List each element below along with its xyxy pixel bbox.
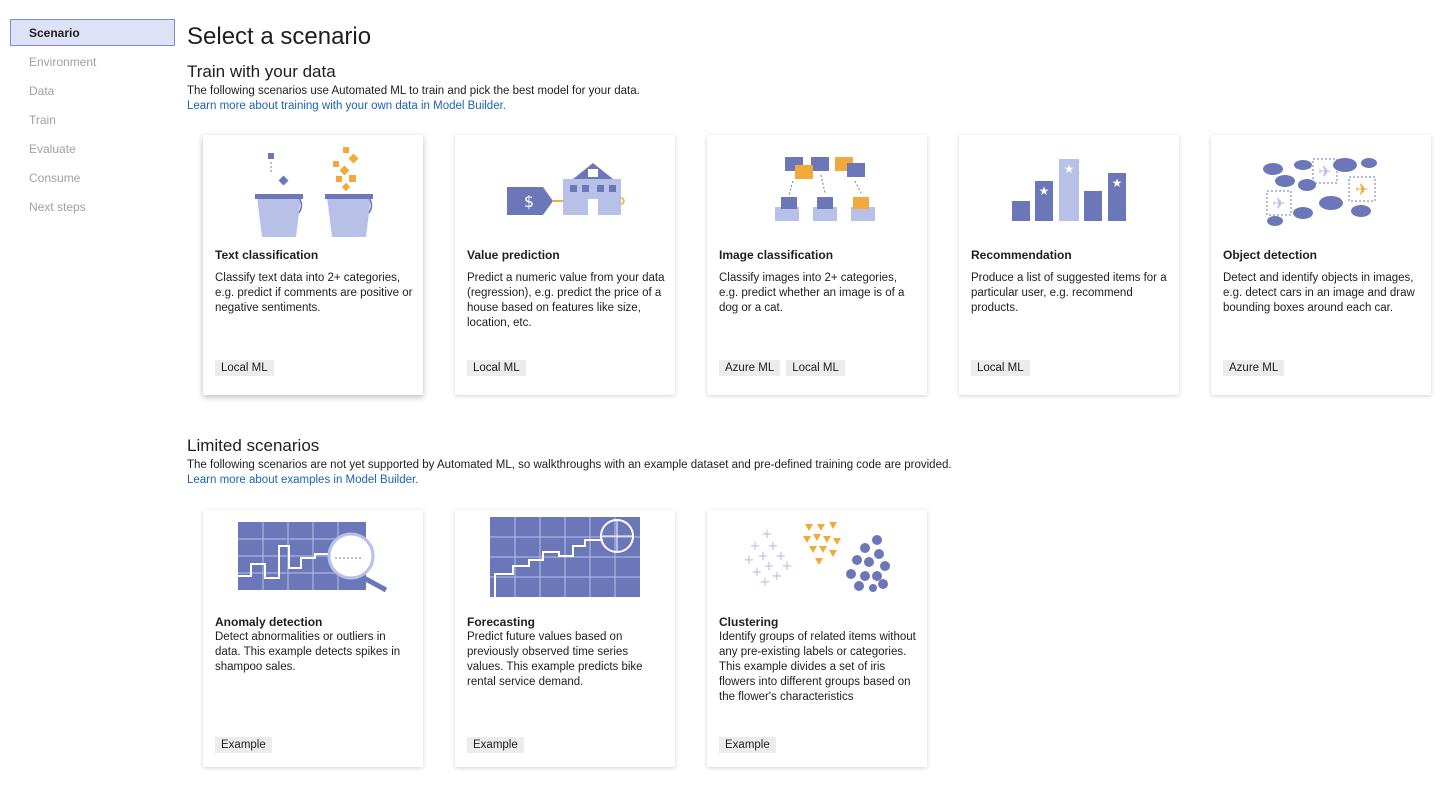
card-title: Image classification [719, 248, 834, 262]
svg-text:★: ★ [1064, 162, 1075, 176]
card-description: Classify images into 2+ categories, e.g.… [719, 272, 905, 314]
card-title: Value prediction [467, 248, 560, 262]
page-title: Select a scenario [187, 23, 372, 50]
svg-text:+: + [760, 575, 771, 590]
nav-item-consume[interactable]: Consume [10, 164, 175, 191]
svg-text:✈: ✈ [1318, 162, 1331, 181]
scenario-card-value-prediction[interactable]: $ Value prediction Predict a numeric val… [455, 135, 675, 395]
main-content: Select a scenario Train with your data T… [187, 20, 1437, 114]
scenario-card-recommendation[interactable]: ★ ★ ★ Recommendation Produce a list of s… [959, 135, 1179, 395]
limited-section-header: Limited scenarios The following scenario… [187, 434, 1437, 488]
svg-text:✈: ✈ [1272, 194, 1285, 213]
tag-azure-ml: Azure ML [719, 360, 781, 376]
card-description: Identify groups of related items without… [719, 631, 916, 703]
train-section-title: Train with your data [187, 62, 336, 81]
scenario-card-object-detection[interactable]: ✈ ✈ ✈ Object detection Detect and identi… [1211, 135, 1431, 395]
svg-text:★: ★ [1039, 184, 1050, 198]
nav-item-next-steps[interactable]: Next steps [10, 193, 175, 220]
card-description: Classify text data into 2+ categories, e… [215, 272, 413, 314]
clouds-planes-icon: ✈ ✈ ✈ [1211, 135, 1431, 245]
nav-item-data[interactable]: Data [10, 77, 175, 104]
limited-section-title: Limited scenarios [187, 436, 320, 455]
star-bars-icon: ★ ★ ★ [959, 135, 1179, 245]
card-description: Predict future values based on previousl… [467, 631, 643, 688]
card-title: Clustering [719, 615, 779, 629]
tag-local-ml: Local ML [971, 360, 1030, 376]
scenario-card-anomaly-detection[interactable]: Anomaly detection Detect abnormalities o… [203, 510, 423, 767]
nav-item-train[interactable]: Train [10, 106, 175, 133]
tag-local-ml: Local ML [215, 360, 274, 376]
card-title: Forecasting [467, 615, 536, 629]
card-title: Anomaly detection [215, 615, 323, 629]
limited-learn-more-link[interactable]: Learn more about examples in Model Build… [187, 473, 1437, 488]
svg-text:$: $ [524, 192, 534, 211]
tag-local-ml: Local ML [786, 360, 845, 376]
scenario-card-clustering[interactable]: + + + + + + + + + + + Clustering Identify group… [707, 510, 927, 767]
svg-text:✈: ✈ [1355, 180, 1368, 199]
svg-text:★: ★ [1112, 176, 1123, 190]
tag-example: Example [215, 737, 272, 753]
card-description: Predict a numeric value from your data (… [467, 272, 665, 329]
card-title: Object detection [1223, 248, 1318, 262]
limited-section-description: The following scenarios are not yet supp… [187, 459, 952, 471]
card-description: Produce a list of suggested items for a … [971, 272, 1167, 314]
svg-text:+: + [782, 559, 793, 574]
scenario-card-text-classification[interactable]: Text classification Classify text data i… [203, 135, 423, 395]
image-sorting-icon [707, 135, 927, 245]
card-title: Text classification [215, 248, 319, 262]
nav-item-evaluate[interactable]: Evaluate [10, 135, 175, 162]
train-section-description: The following scenarios use Automated ML… [187, 85, 640, 97]
nav-item-environment[interactable]: Environment [10, 48, 175, 75]
clusters-icon: + + + + + + + + + + + [707, 510, 927, 620]
sidebar-nav: Scenario Environment Data Train Evaluate… [10, 19, 175, 222]
scenario-card-forecasting[interactable]: Forecasting Predict future values based … [455, 510, 675, 767]
card-description: Detect abnormalities or outliers in data… [215, 631, 401, 673]
svg-text:+: + [772, 569, 783, 584]
house-price-icon: $ [455, 135, 675, 245]
nav-item-scenario[interactable]: Scenario [10, 19, 175, 46]
scenario-card-image-classification[interactable]: Image classification Classify images int… [707, 135, 927, 395]
card-description: Detect and identify objects in images, e… [1223, 272, 1415, 314]
tag-example: Example [467, 737, 524, 753]
tag-example: Example [719, 737, 776, 753]
tag-local-ml: Local ML [467, 360, 526, 376]
card-title: Recommendation [971, 248, 1072, 262]
tag-azure-ml: Azure ML [1223, 360, 1285, 376]
magnifier-chart-icon [203, 510, 423, 620]
forecast-chart-icon [455, 510, 675, 620]
buckets-icon [203, 135, 423, 245]
train-learn-more-link[interactable]: Learn more about training with your own … [187, 99, 1437, 114]
